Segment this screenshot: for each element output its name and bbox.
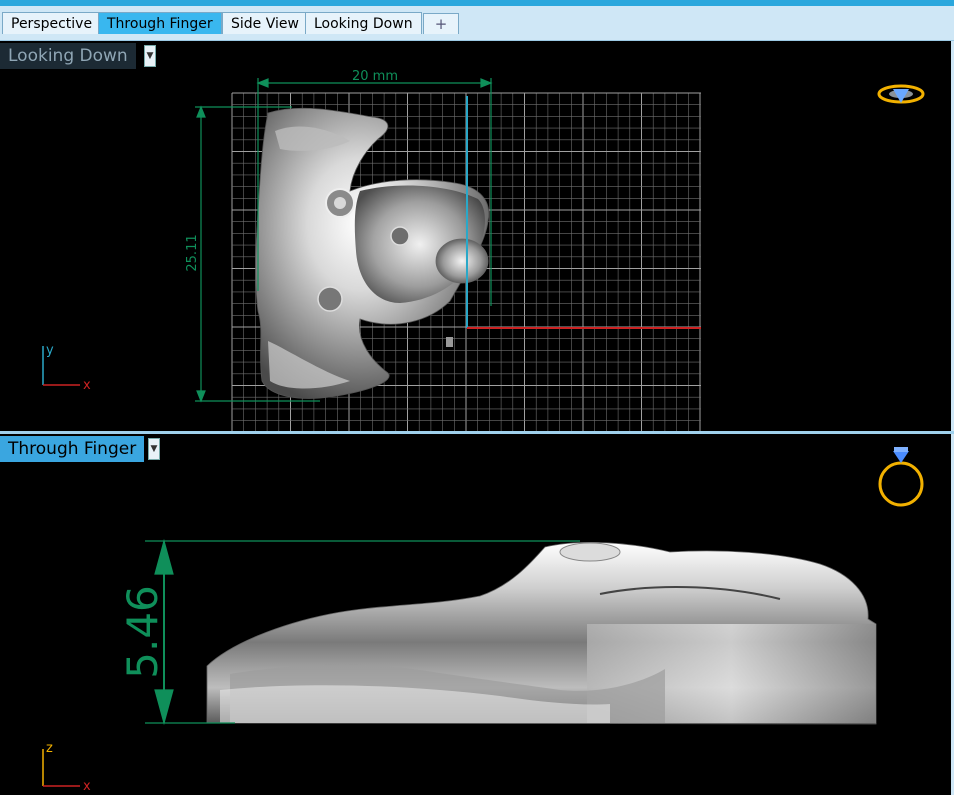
svg-text:z: z [46,741,53,756]
axis-indicator-xz: z x [42,741,91,794]
svg-text:x: x [83,779,91,794]
thickness-dimension-label: 5.46 [118,585,167,679]
tab-perspective[interactable]: Perspective [2,12,102,34]
viewport-tab-bar: Perspective Through Finger Side View Loo… [0,6,954,41]
viewport-title-through-finger[interactable]: Through Finger [0,436,145,462]
svg-text:y: y [46,343,54,358]
viewport-looking-down[interactable]: 20 mm 25.11 y x Looking Down ▼ [0,41,954,431]
svg-text:x: x [83,378,91,393]
add-tab-button[interactable]: + [423,13,459,34]
chevron-down-icon: ▼ [150,444,158,454]
axis-indicator-xy: y x [42,343,91,393]
tab-looking-down[interactable]: Looking Down [305,12,422,34]
top-viewport-canvas: 20 mm 25.11 y x [42,69,925,431]
viewport-title-looking-down[interactable]: Looking Down [0,43,136,69]
viewport-menu-dropdown[interactable]: ▼ [148,438,160,460]
tab-through-finger[interactable]: Through Finger [98,12,222,34]
fish-head-model-side[interactable] [206,542,877,725]
ring-top-view-icon[interactable] [877,84,925,104]
viewport-through-finger[interactable]: 5.46 z x Through Finger ▼ [0,434,954,795]
width-dimension-label: 20 mm [352,69,398,84]
height-dimension-label: 25.11 [185,234,200,271]
tab-side-view[interactable]: Side View [222,12,308,34]
ring-front-view-icon[interactable] [878,447,924,507]
plus-icon: + [434,15,448,33]
chevron-down-icon: ▼ [146,51,154,61]
viewport-menu-dropdown[interactable]: ▼ [144,45,156,67]
bottom-viewport-canvas: 5.46 z x [42,447,924,794]
